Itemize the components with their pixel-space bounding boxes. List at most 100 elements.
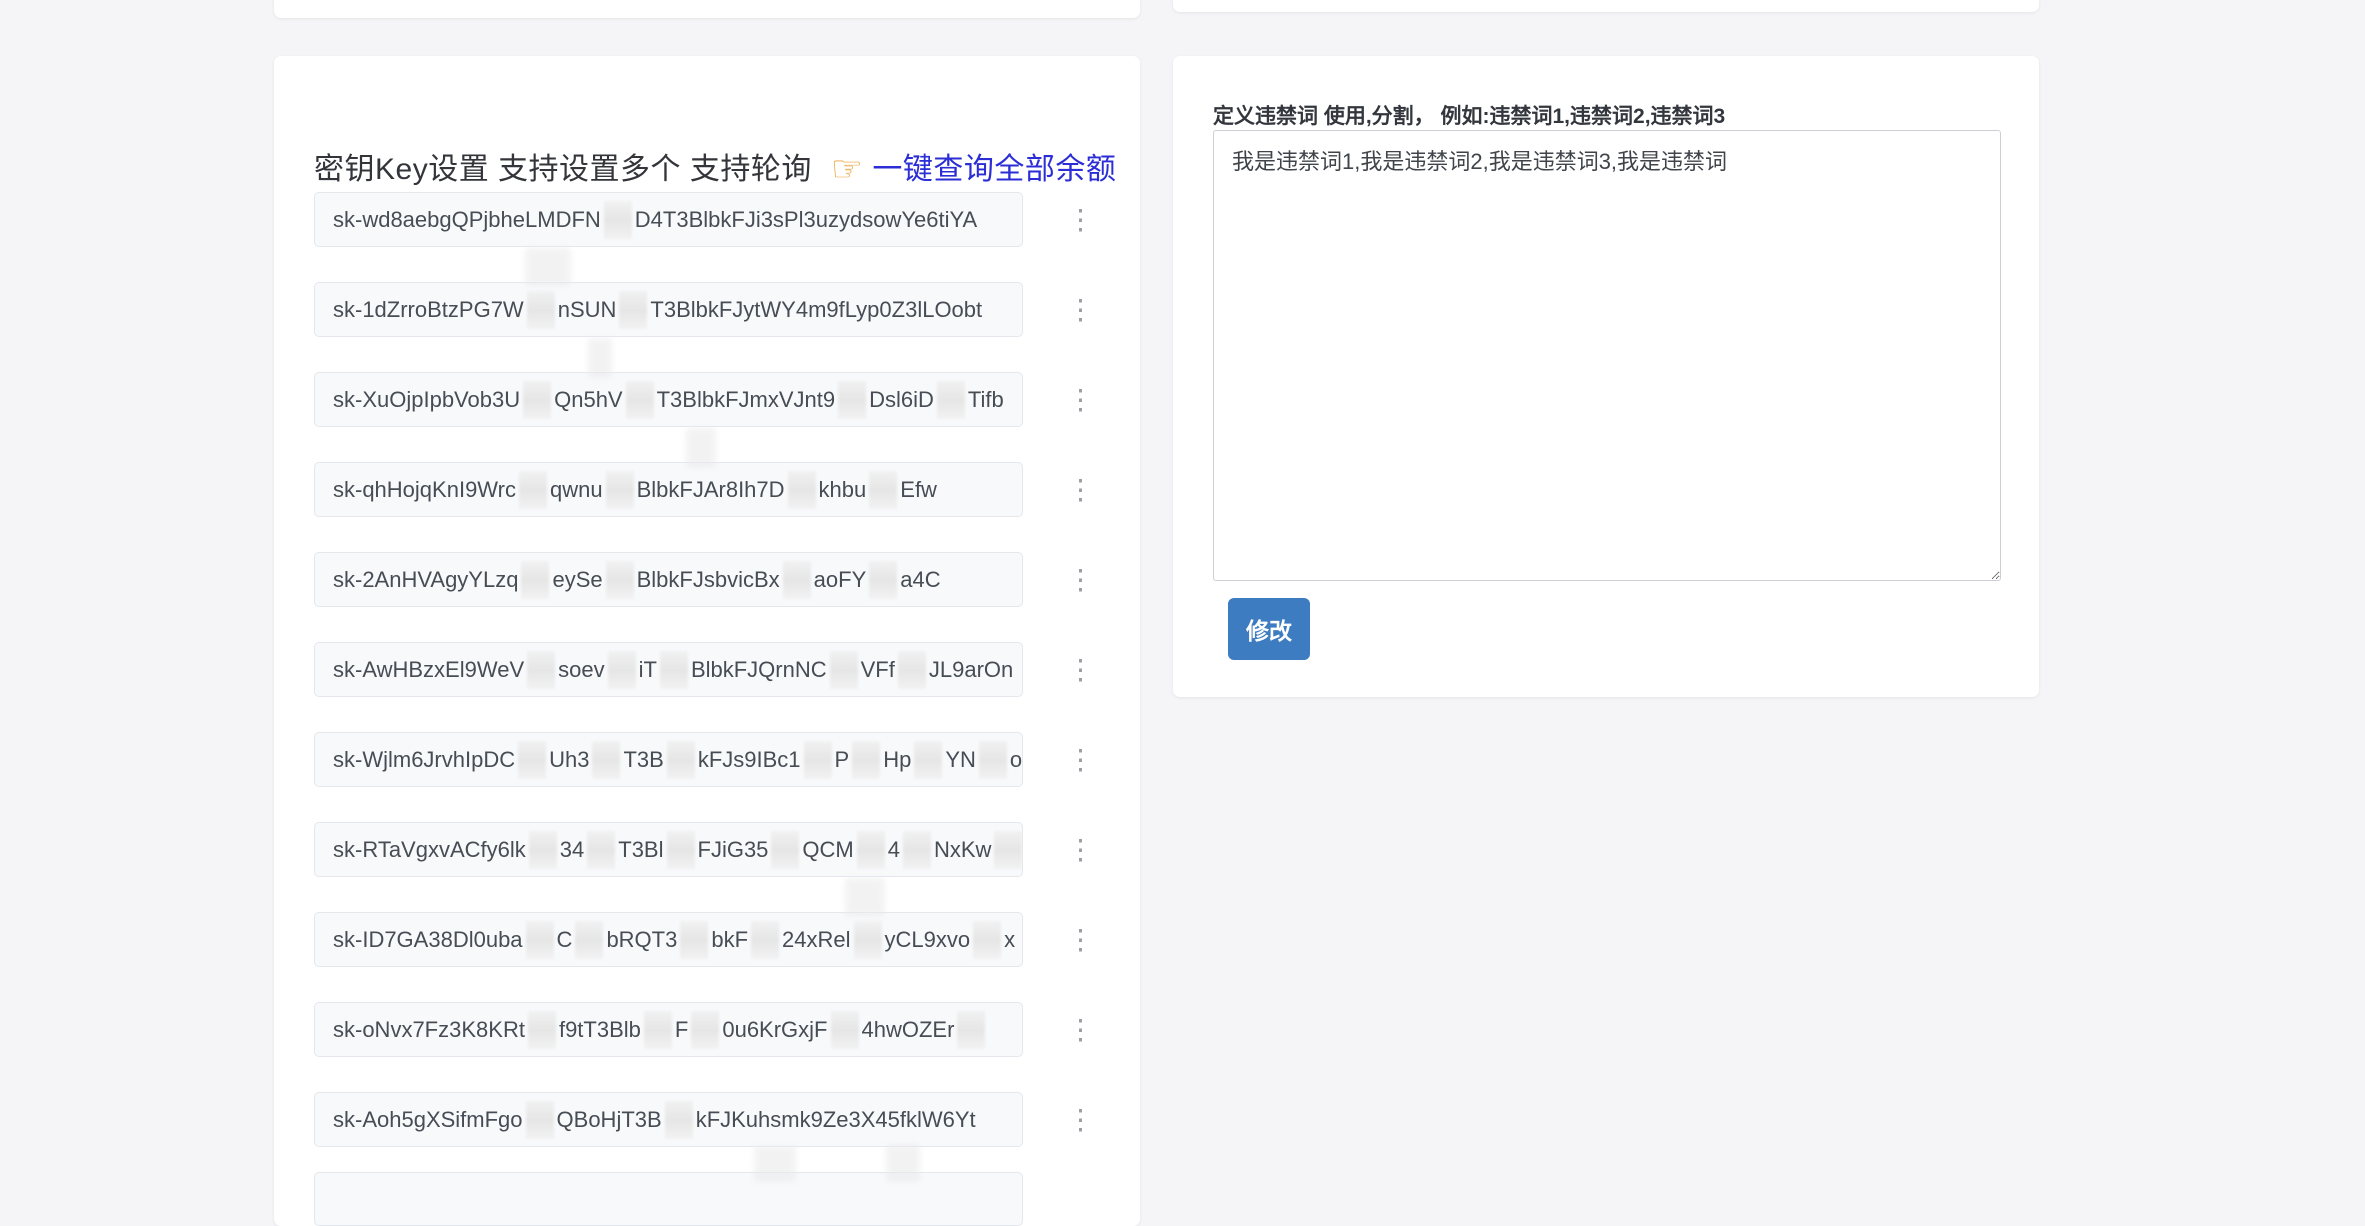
censor-blur-patch [606, 561, 634, 599]
blur-artifact [686, 428, 716, 468]
api-key-field[interactable]: sk-2AnHVAgyYLzqeySeBlbkFJsbvicBxaoFYa4C [314, 552, 1023, 607]
censor-blur-patch [680, 921, 708, 959]
api-key-text: BlbkFJQrnNC [691, 657, 827, 683]
blur-artifact [525, 248, 571, 286]
censor-blur-patch [644, 1011, 672, 1049]
api-key-field[interactable]: sk-1dZrroBtzPG7WnSUNT3BlbkFJytWY4m9fLyp0… [314, 282, 1023, 337]
api-key-text: x [1004, 927, 1015, 953]
censor-blur-patch [519, 471, 547, 509]
api-key-field[interactable]: sk-Wjlm6JrvhIpDCUh3T3BkFJs9IBc1PHpYNo5 [314, 732, 1023, 787]
blur-artifact [588, 338, 612, 378]
api-key-text: Dsl6iD [869, 387, 934, 413]
kebab-menu-icon[interactable]: ⋮ [1023, 836, 1138, 864]
censor-blur-patch [979, 741, 1007, 779]
censor-blur-patch [852, 741, 880, 779]
censor-blur-patch [898, 651, 926, 689]
censor-blur-patch [903, 831, 931, 869]
api-key-text: T3BlbkFJmxVJnt9 [657, 387, 836, 413]
api-key-text: C [557, 927, 573, 953]
banned-words-textarea[interactable]: 我是违禁词1,我是违禁词2,我是违禁词3,我是违禁词 [1213, 130, 2001, 581]
api-key-text: sk-AwHBzxEl9WeV [333, 657, 524, 683]
kebab-menu-icon[interactable]: ⋮ [1023, 566, 1138, 594]
censor-blur-patch [575, 921, 603, 959]
censor-blur-patch [528, 1011, 556, 1049]
api-key-text: F [675, 1017, 688, 1043]
api-key-field[interactable]: sk-XuOjpIpbVob3UQn5hVT3BlbkFJmxVJnt9Dsl6… [314, 372, 1023, 427]
censor-blur-patch [857, 831, 885, 869]
kebab-menu-icon[interactable]: ⋮ [1023, 1106, 1138, 1134]
api-key-text: 24xRel [782, 927, 850, 953]
api-key-text: T3BlbkFJytWY4m9fLyp0Z3lLOobt [650, 297, 982, 323]
blur-artifact [754, 1146, 796, 1182]
api-key-text: QCM [802, 837, 853, 863]
censor-blur-patch [529, 831, 557, 869]
censor-blur-patch [592, 741, 620, 779]
kebab-menu-icon[interactable]: ⋮ [1023, 926, 1138, 954]
api-key-text: iT [639, 657, 657, 683]
kebab-menu-icon[interactable]: ⋮ [1023, 1016, 1138, 1044]
pointing-finger-icon: ☞ [831, 148, 864, 189]
api-key-field[interactable]: sk-Aoh5gXSifmFgoQBoHjT3BkFJKuhsmk9Ze3X45… [314, 1092, 1023, 1147]
api-key-text: 0u6KrGxjF [722, 1017, 827, 1043]
api-key-text: khbu [819, 477, 867, 503]
censor-blur-patch [526, 1101, 554, 1139]
kebab-menu-icon[interactable]: ⋮ [1023, 746, 1138, 774]
api-key-field[interactable]: sk-oNvx7Fz3K8KRtf9tT3BlbF0u6KrGxjF4hwOZE… [314, 1002, 1023, 1057]
censor-blur-patch [854, 921, 882, 959]
censor-blur-patch [804, 741, 832, 779]
api-key-text: bkF [711, 927, 748, 953]
api-key-text: sk-1dZrroBtzPG7W [333, 297, 524, 323]
kebab-menu-icon[interactable]: ⋮ [1023, 656, 1138, 684]
api-key-field[interactable]: sk-ID7GA38Dl0ubaCbRQT3bkF24xRelyCL9xvox [314, 912, 1023, 967]
censor-blur-patch [523, 381, 551, 419]
censor-blur-patch [527, 651, 555, 689]
api-key-field[interactable]: sk-qhHojqKnI9WrcqwnuBlbkFJAr8Ih7DkhbuEfw [314, 462, 1023, 517]
query-all-balance-link[interactable]: 一键查询全部余额 [872, 153, 1116, 186]
censor-blur-patch [619, 291, 647, 329]
banned-words-label: 定义违禁词 使用,分割， 例如:违禁词1,违禁词2,违禁词3 [1213, 100, 1725, 130]
api-key-text: Uh3 [549, 747, 589, 773]
blur-artifact [845, 878, 885, 916]
modify-button[interactable]: 修改 [1228, 598, 1310, 660]
censor-blur-patch [771, 831, 799, 869]
api-key-text: sk-Wjlm6JrvhIpDC [333, 747, 515, 773]
api-key-text: aoFY [814, 567, 867, 593]
censor-blur-patch [608, 651, 636, 689]
api-key-field[interactable]: sk-wd8aebgQPjbheLMDFND4T3BlbkFJi3sPl3uzy… [314, 192, 1023, 247]
key-list: sk-wd8aebgQPjbheLMDFND4T3BlbkFJi3sPl3uzy… [314, 192, 1138, 1182]
api-key-field[interactable]: sk-AwHBzxEl9WeVsoeviTBlbkFJQrnNCVFfJL9ar… [314, 642, 1023, 697]
api-key-text: sk-RTaVgxvACfy6lk [333, 837, 526, 863]
key-row: sk-oNvx7Fz3K8KRtf9tT3BlbF0u6KrGxjF4hwOZE… [314, 1002, 1138, 1057]
api-key-text: qwnu [550, 477, 603, 503]
api-key-text: NxKw [934, 837, 991, 863]
api-key-text: soev [558, 657, 604, 683]
kebab-menu-icon[interactable]: ⋮ [1023, 206, 1138, 234]
api-key-text: T3B [623, 747, 663, 773]
api-key-text: sk-Aoh5gXSifmFgo [333, 1107, 523, 1133]
censor-blur-patch [606, 471, 634, 509]
kebab-menu-icon[interactable]: ⋮ [1023, 386, 1138, 414]
kebab-menu-icon[interactable]: ⋮ [1023, 296, 1138, 324]
key-row: sk-XuOjpIpbVob3UQn5hVT3BlbkFJmxVJnt9Dsl6… [314, 372, 1138, 427]
api-key-text: Tifb [968, 387, 1004, 413]
censor-blur-patch [660, 651, 688, 689]
api-key-text: YN [945, 747, 976, 773]
censor-blur-patch [914, 741, 942, 779]
api-key-field[interactable]: sk-RTaVgxvACfy6lk34T3BlFJiG35QCM4NxKwqy [314, 822, 1023, 877]
api-key-text: sk-wd8aebgQPjbheLMDFN [333, 207, 601, 233]
api-key-text: kFJKuhsmk9Ze3X45fklW6Yt [696, 1107, 976, 1133]
censor-blur-patch [783, 561, 811, 599]
censor-blur-patch [994, 831, 1022, 869]
top-partial-card-right [1173, 0, 2039, 12]
api-key-text: a4C [900, 567, 940, 593]
censor-blur-patch [665, 1101, 693, 1139]
top-partial-card-left [274, 0, 1140, 18]
censor-blur-patch [869, 561, 897, 599]
kebab-menu-icon[interactable]: ⋮ [1023, 476, 1138, 504]
api-key-text: 4 [888, 837, 900, 863]
censor-blur-patch [937, 381, 965, 419]
api-key-text: P [835, 747, 850, 773]
api-key-text: bRQT3 [606, 927, 677, 953]
api-key-text: sk-2AnHVAgyYLzq [333, 567, 518, 593]
key-row: sk-AwHBzxEl9WeVsoeviTBlbkFJQrnNCVFfJL9ar… [314, 642, 1138, 697]
